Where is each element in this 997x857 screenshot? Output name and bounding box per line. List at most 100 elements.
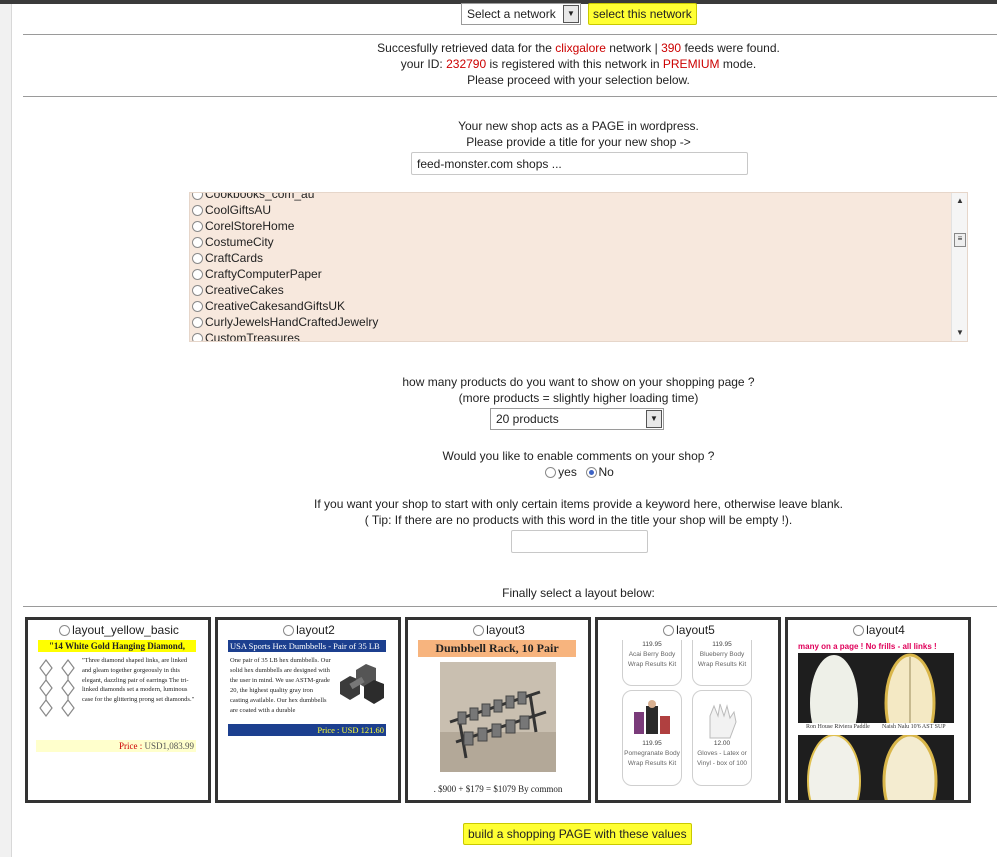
layout-card-layout5[interactable]: layout5 119.95 Acai Berry Body Wrap Resu… — [595, 617, 781, 803]
status-text: feeds were found. — [681, 41, 780, 55]
shop-list-item[interactable]: CostumeCity — [190, 234, 378, 250]
preview-price: Price : USD1,083.99 — [36, 740, 196, 752]
chevron-down-icon: ▼ — [563, 5, 579, 23]
preview-price: . $900 + $179 = $1079 By common — [433, 784, 563, 794]
shop-list-item[interactable]: CraftyComputerPaper — [190, 266, 378, 282]
product-count-value: 20 products — [496, 412, 559, 426]
scroll-up-icon[interactable]: ▲ — [952, 195, 967, 207]
status-text: network | — [605, 41, 662, 55]
layout-radio[interactable] — [663, 625, 675, 636]
shop-name: CraftyComputerPaper — [205, 267, 322, 281]
dumbbell-rack-image — [440, 662, 556, 772]
shop-title-input[interactable] — [411, 152, 748, 175]
scroll-thumb[interactable]: ≡ — [954, 233, 966, 247]
shop-radio[interactable] — [192, 237, 203, 248]
status-text: Succesfully retrieved data for the — [377, 41, 556, 55]
preview-description: One pair of 35 LB hex dumbbells. Our sol… — [230, 657, 331, 714]
layout-preview: "14 White Gold Hanging Diamond, "Three d… — [36, 640, 200, 800]
shop-radio[interactable] — [192, 333, 203, 341]
shop-radio[interactable] — [192, 221, 203, 232]
shop-radio[interactable] — [192, 193, 203, 200]
account-mode: PREMIUM — [662, 57, 720, 71]
shop-radio[interactable] — [192, 285, 203, 296]
shop-list-item[interactable]: Cookbooks_com_au — [190, 193, 378, 202]
shop-list-item[interactable]: CorelStoreHome — [190, 218, 378, 234]
comments-no-label: No — [598, 465, 614, 479]
shop-radio[interactable] — [192, 317, 203, 328]
layout-label: layout_yellow_basic — [72, 623, 179, 637]
layout-card-layout2[interactable]: layout2 USA Sports Hex Dumbbells - Pair … — [215, 617, 401, 803]
comments-no-radio[interactable] — [585, 467, 597, 478]
cell-name: Gloves - Latex or Vinyl - box of 100 — [696, 750, 748, 767]
products-question: how many products do you want to show on… — [402, 375, 755, 389]
comments-prompt: Would you like to enable comments on you… — [160, 448, 997, 480]
layout-radio[interactable] — [59, 625, 71, 636]
surfboard-image — [798, 735, 954, 800]
preview-title: Dumbbell Rack, 10 Pair — [418, 640, 576, 657]
layout-label: layout3 — [486, 623, 525, 637]
shop-list-item[interactable]: CustomTreasures — [190, 330, 378, 341]
price-label: Price : — [118, 741, 143, 751]
shop-name: CorelStoreHome — [205, 219, 295, 233]
layout-radio[interactable] — [283, 625, 295, 636]
shop-list-item[interactable]: CoolGiftsAU — [190, 202, 378, 218]
cell-name: Pomegranate Body Wrap Results Kit — [624, 750, 680, 767]
product-count-select[interactable]: 20 products ▼ — [490, 408, 664, 430]
layout-card-layout3[interactable]: layout3 Dumbbell Rack, 10 Pair . $900 + … — [405, 617, 591, 803]
preview-description: "Three diamond shaped links, are linked … — [82, 657, 195, 704]
shop-radio[interactable] — [192, 205, 203, 216]
shop-list-item[interactable]: CurlyJewelsHandCraftedJewelry — [190, 314, 378, 330]
network-select-value: Select a network — [467, 7, 556, 21]
status-message: Succesfully retrieved data for the clixg… — [160, 40, 997, 88]
select-network-button[interactable]: select this network — [588, 3, 697, 25]
shop-list-item[interactable]: CraftCards — [190, 250, 378, 266]
shop-list-scrollbar[interactable]: ▲ ≡ ▼ — [951, 193, 967, 341]
page-title-prompt: Your new shop acts as a PAGE in wordpres… — [160, 118, 997, 150]
shop-radio[interactable] — [192, 269, 203, 280]
chevron-down-icon: ▼ — [646, 410, 662, 428]
shop-name: CostumeCity — [205, 235, 274, 249]
page-title-instruction: Please provide a title for your new shop… — [466, 135, 691, 149]
shop-name: CoolGiftsAU — [205, 203, 272, 217]
preview-title: USA Sports Hex Dumbbells - Pair of 35 LB — [228, 640, 386, 652]
preview-caption: Naish Nalu 10'6 AST SUP — [882, 724, 946, 730]
shop-name: CurlyJewelsHandCraftedJewelry — [205, 315, 379, 329]
cell-price: 12.00 — [713, 740, 731, 747]
layout-label: layout4 — [866, 623, 905, 637]
feed-count: 390 — [661, 41, 682, 55]
cell-price: 119.95 — [712, 641, 732, 648]
shop-name: CreativeCakes — [205, 283, 284, 297]
shop-list-item[interactable]: CreativeCakesandGiftsUK — [190, 298, 378, 314]
shop-list[interactable]: Cookbooks_com_au CoolGiftsAU CorelStoreHom… — [189, 192, 968, 342]
comments-question: Would you like to enable comments on you… — [442, 449, 715, 463]
layout-preview: many on a page ! No frills - all links !… — [798, 640, 968, 800]
shop-radio[interactable] — [192, 253, 203, 264]
layout-card-layout4[interactable]: layout4 many on a page ! No frills - all… — [785, 617, 971, 803]
dumbbell-image — [340, 664, 384, 704]
shop-list-items: Cookbooks_com_au CoolGiftsAU CorelStoreHom… — [190, 193, 378, 341]
layout-prompt: Finally select a layout below: — [160, 585, 997, 601]
price-value: USD1,083.99 — [144, 741, 194, 751]
shop-radio[interactable] — [192, 301, 203, 312]
network-select[interactable]: Select a network ▼ — [461, 3, 581, 25]
layout-card-yellow-basic[interactable]: layout_yellow_basic "14 White Gold Hangi… — [25, 617, 211, 803]
layout-radio[interactable] — [473, 625, 485, 636]
scroll-down-icon[interactable]: ▼ — [952, 327, 967, 339]
cell-price: 119.95 — [642, 641, 662, 648]
keyword-instruction: If you want your shop to start with only… — [314, 497, 843, 511]
keyword-prompt: If you want your shop to start with only… — [160, 496, 997, 528]
shop-name: CreativeCakesandGiftsUK — [205, 299, 346, 313]
layout-label: layout5 — [676, 623, 715, 637]
shop-name: CraftCards — [205, 251, 264, 265]
keyword-input[interactable] — [511, 530, 648, 553]
surfboard-image — [798, 653, 954, 723]
divider — [23, 96, 997, 97]
build-page-button[interactable]: build a shopping PAGE with these values — [463, 823, 692, 845]
shop-list-item[interactable]: CreativeCakes — [190, 282, 378, 298]
preview-price: Price : USD 121.60 — [228, 724, 386, 736]
preview-title: "14 White Gold Hanging Diamond, — [38, 640, 196, 652]
layout-radio[interactable] — [853, 625, 865, 636]
divider — [23, 606, 997, 607]
comments-yes-radio[interactable] — [545, 467, 557, 478]
left-gutter — [0, 4, 12, 857]
